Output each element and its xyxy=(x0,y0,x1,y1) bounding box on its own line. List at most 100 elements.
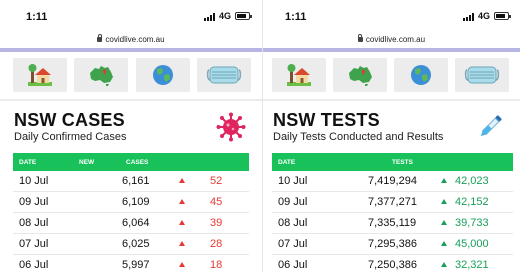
table-row[interactable]: 10 Jul 7,419,294 42,023 xyxy=(272,171,513,192)
table-row[interactable]: 08 Jul 7,335,119 39,733 xyxy=(272,213,513,234)
up-arrow-icon xyxy=(441,241,447,246)
row-change: 18 xyxy=(210,259,223,271)
row-date: 08 Jul xyxy=(19,217,49,229)
nav-mask-button[interactable] xyxy=(197,58,251,92)
table-row[interactable]: 10 Jul 6,161 52 xyxy=(13,171,249,192)
face-mask-icon xyxy=(464,66,500,84)
row-date: 09 Jul xyxy=(19,196,49,208)
table-row[interactable]: 09 Jul 7,377,271 42,152 xyxy=(272,192,513,213)
face-mask-icon xyxy=(206,66,242,84)
row-cases: 5,997 xyxy=(122,259,150,271)
right-screen: 1:11 4G covidlive.com.au NSW TESTS Daily… xyxy=(262,0,520,272)
row-change: 39,733 xyxy=(455,217,489,229)
url-text: covidlive.com.au xyxy=(105,35,165,44)
row-change: 28 xyxy=(210,238,223,250)
battery-icon xyxy=(494,12,511,20)
table-row[interactable]: 06 Jul 7,250,386 32,321 xyxy=(272,255,513,272)
up-arrow-icon xyxy=(441,178,447,183)
network-type: 4G xyxy=(219,11,232,21)
row-change: 52 xyxy=(210,175,223,187)
table-row[interactable]: 07 Jul 7,295,386 45,000 xyxy=(272,234,513,255)
row-tests: 7,295,386 xyxy=(368,238,417,250)
row-date: 10 Jul xyxy=(278,175,308,187)
address-bar[interactable]: covidlive.com.au xyxy=(263,32,520,48)
table-header: DATE TESTS xyxy=(272,153,513,171)
header-new: NEW xyxy=(79,159,95,166)
page-title: NSW TESTS xyxy=(273,110,380,130)
table-row[interactable]: 07 Jul 6,025 28 xyxy=(13,234,249,255)
section-divider xyxy=(263,99,520,101)
section-divider xyxy=(0,99,262,101)
nav-icon-row xyxy=(0,58,262,98)
browser-band xyxy=(263,48,520,52)
header-cases: CASES xyxy=(126,159,149,166)
row-date: 09 Jul xyxy=(278,196,308,208)
up-arrow-icon xyxy=(179,241,185,246)
browser-band xyxy=(0,48,262,52)
address-bar[interactable]: covidlive.com.au xyxy=(0,32,262,48)
row-date: 10 Jul xyxy=(19,175,49,187)
row-change: 32,321 xyxy=(455,259,489,271)
signal-icon xyxy=(204,13,215,21)
lock-icon xyxy=(357,34,363,42)
row-change: 42,023 xyxy=(455,175,489,187)
signal-icon xyxy=(463,13,474,21)
header-tests: TESTS xyxy=(392,159,413,166)
url-text: covidlive.com.au xyxy=(365,35,426,44)
globe-icon xyxy=(411,65,431,85)
row-change: 45 xyxy=(210,196,223,208)
row-tests: 7,335,119 xyxy=(368,217,417,229)
left-screen: 1:11 4G covidlive.com.au NSW CASES Daily… xyxy=(0,0,262,272)
lock-icon xyxy=(97,34,103,42)
nav-australia-button[interactable] xyxy=(333,58,387,92)
australia-map-icon xyxy=(349,66,372,86)
status-time: 1:11 xyxy=(26,11,48,23)
up-arrow-icon xyxy=(441,262,447,267)
australia-map-icon xyxy=(90,66,113,86)
house-icon xyxy=(28,64,52,86)
up-arrow-icon xyxy=(441,199,447,204)
house-icon xyxy=(287,64,311,86)
row-cases: 6,109 xyxy=(122,196,150,208)
row-cases: 6,025 xyxy=(122,238,150,250)
table-row[interactable]: 09 Jul 6,109 45 xyxy=(13,192,249,213)
nav-home-button[interactable] xyxy=(13,58,67,92)
cases-table: DATE NEW CASES 10 Jul 6,161 52 09 Jul 6,… xyxy=(13,153,249,272)
network-type: 4G xyxy=(478,11,491,21)
nav-mask-button[interactable] xyxy=(455,58,509,92)
globe-icon xyxy=(153,65,173,85)
page-subtitle: Daily Confirmed Cases xyxy=(14,131,127,143)
up-arrow-icon xyxy=(179,262,185,267)
up-arrow-icon xyxy=(179,220,185,225)
table-row[interactable]: 06 Jul 5,997 18 xyxy=(13,255,249,272)
nav-australia-button[interactable] xyxy=(74,58,128,92)
up-arrow-icon xyxy=(441,220,447,225)
status-time: 1:11 xyxy=(285,11,307,23)
page-title: NSW CASES xyxy=(14,110,125,130)
row-cases: 6,064 xyxy=(122,217,150,229)
battery-icon xyxy=(235,12,252,20)
table-row[interactable]: 08 Jul 6,064 39 xyxy=(13,213,249,234)
nav-icon-row xyxy=(263,58,520,98)
row-change: 45,000 xyxy=(455,238,489,250)
row-change: 42,152 xyxy=(455,196,489,208)
up-arrow-icon xyxy=(179,178,185,183)
nav-world-button[interactable] xyxy=(136,58,190,92)
status-bar: 1:11 4G xyxy=(0,0,262,32)
nav-world-button[interactable] xyxy=(394,58,448,92)
status-bar: 1:11 4G xyxy=(263,0,520,32)
row-tests: 7,419,294 xyxy=(368,175,417,187)
row-date: 07 Jul xyxy=(278,238,308,250)
row-change: 39 xyxy=(210,217,223,229)
row-tests: 7,250,386 xyxy=(368,259,417,271)
row-date: 07 Jul xyxy=(19,238,49,250)
header-date: DATE xyxy=(19,159,37,166)
nav-home-button[interactable] xyxy=(272,58,326,92)
header-date: DATE xyxy=(278,159,296,166)
page-subtitle: Daily Tests Conducted and Results xyxy=(273,131,444,143)
table-header: DATE NEW CASES xyxy=(13,153,249,171)
virus-icon xyxy=(216,112,246,147)
row-date: 08 Jul xyxy=(278,217,308,229)
row-date: 06 Jul xyxy=(278,259,308,271)
up-arrow-icon xyxy=(179,199,185,204)
